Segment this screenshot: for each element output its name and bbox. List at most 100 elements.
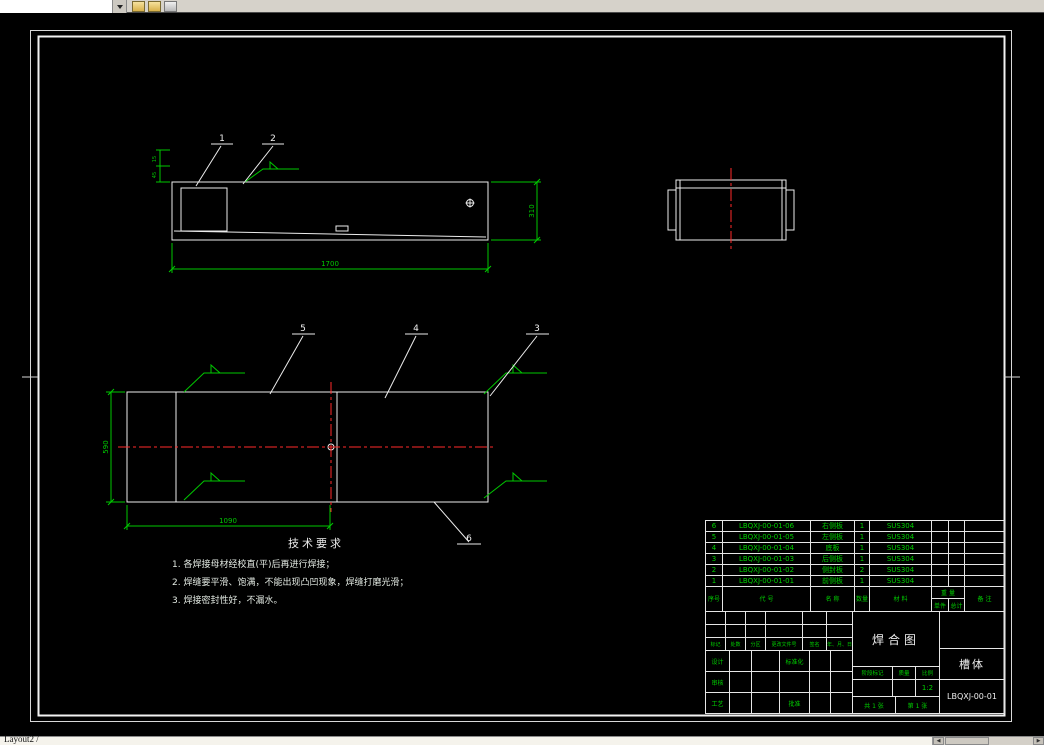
balloon-labels: 1 2 5 4 3 6	[219, 134, 540, 544]
bom-name: 左侧板	[811, 532, 855, 543]
dropdown-arrow-icon[interactable]	[113, 0, 127, 13]
tech-requirements-list: 1. 各焊接母材经校直(平)后再进行焊接； 2. 焊缝要平滑、饱满，不能出现凸凹…	[172, 556, 408, 610]
label-count: 处数	[726, 638, 746, 651]
scale-value: 1:2	[916, 680, 940, 697]
dim-top-height: 310	[528, 204, 536, 217]
bom-header-total: 总计	[949, 599, 965, 612]
label-sign: 签名	[803, 638, 827, 651]
dimension-lines	[106, 149, 541, 530]
bom-seq: 5	[706, 532, 723, 543]
toolbar-combo[interactable]	[0, 0, 113, 13]
top-view[interactable]	[171, 181, 489, 241]
part-name: 槽体	[940, 649, 1005, 680]
bom-header-notes: 备 注	[965, 586, 1005, 612]
save-icon[interactable]	[148, 1, 161, 12]
balloon-1: 1	[219, 134, 225, 144]
label-standardize: 标准化	[780, 651, 810, 672]
label-mark: 标记	[706, 638, 726, 651]
bom-qty: 1	[855, 521, 870, 532]
bom-table: 6 LBQXJ-00-01-06 右侧板 1 SUS304 5 LBQXJ-00…	[705, 520, 1005, 587]
bom-name: 右侧板	[811, 521, 855, 532]
bom-code: LBQXJ-00-01-04	[723, 543, 811, 554]
tech-req-line: 2. 焊缝要平滑、饱满，不能出现凸凹现象，焊缝打磨光滑；	[172, 578, 409, 588]
bom-material: SUS304	[870, 565, 932, 576]
balloon-5: 5	[300, 324, 306, 334]
scroll-left-icon[interactable]: ◀	[933, 737, 944, 745]
plan-view[interactable]	[118, 382, 496, 512]
horizontal-scrollbar[interactable]: ◀ ▶	[932, 737, 1044, 745]
label-design: 设计	[706, 651, 730, 672]
bom-header-qty: 数量	[855, 586, 870, 612]
bom-qty: 1	[855, 543, 870, 554]
drawing-number: LBQXJ-00-01	[940, 680, 1005, 714]
bom-qty: 2	[855, 565, 870, 576]
layout-tab-label[interactable]: Layout2	[4, 734, 34, 744]
dim-plan-bottom: 1090	[219, 517, 237, 525]
balloon-4: 4	[413, 324, 419, 334]
dim-small-b: 45	[152, 172, 158, 178]
bom-material: SUS304	[870, 554, 932, 565]
scroll-right-icon[interactable]: ▶	[1033, 737, 1044, 745]
label-check: 审核	[706, 672, 730, 693]
balloon-2: 2	[270, 134, 276, 144]
tech-req-line: 1. 各焊接母材经校直(平)后再进行焊接；	[172, 560, 335, 570]
balloon-6: 6	[466, 534, 472, 544]
dim-small-a: 15	[152, 156, 158, 162]
bom-name: 侧封板	[811, 565, 855, 576]
bom-name: 后侧板	[811, 554, 855, 565]
label-approve: 批准	[780, 693, 810, 714]
label-change-doc: 更改文件号	[766, 638, 803, 651]
label-zone: 分区	[746, 638, 766, 651]
dim-plan-width: 590	[102, 440, 110, 453]
scrollbar-thumb[interactable]	[945, 737, 989, 745]
bom-code: LBQXJ-00-01-06	[723, 521, 811, 532]
bom-header-material: 材 料	[870, 586, 932, 612]
sheet-current: 第 1 张	[896, 697, 940, 714]
bom-name: 底板	[811, 543, 855, 554]
bom-header-code: 代 号	[723, 586, 811, 612]
bom-seq: 4	[706, 543, 723, 554]
drawing-title-block: 焊合图 阶段标记 质量 比例 1:2 共 1 张 第 1 张	[853, 612, 940, 714]
bom-material: SUS304	[870, 532, 932, 543]
bom-qty: 1	[855, 532, 870, 543]
bom-seq: 6	[706, 521, 723, 532]
bom-header-seq: 序号	[706, 586, 723, 612]
balloon-3: 3	[534, 324, 540, 334]
tech-requirements-title: 技术要求	[288, 537, 344, 550]
revision-sign-block: 标记 处数 分区 更改文件号 签名 年、月、日 设计 标准化 审核 工艺 批准	[705, 612, 853, 714]
bom-header-name: 名 称	[811, 586, 855, 612]
label-scale: 比例	[916, 667, 940, 680]
layout-tab[interactable]: Layout2 /	[4, 734, 39, 744]
label-date: 年、月、日	[827, 638, 853, 651]
bom-code: LBQXJ-00-01-03	[723, 554, 811, 565]
part-id-block: 槽体 LBQXJ-00-01	[940, 612, 1005, 714]
bom-qty: 1	[855, 554, 870, 565]
bom-code: LBQXJ-00-01-05	[723, 532, 811, 543]
tab-divider: /	[36, 734, 39, 744]
balloon-leaders	[195, 143, 549, 545]
open-icon[interactable]	[132, 1, 145, 12]
weld-symbols	[183, 160, 547, 501]
sheet-total: 共 1 张	[853, 697, 896, 714]
print-icon[interactable]	[164, 1, 177, 12]
bom-material: SUS304	[870, 521, 932, 532]
bom-header-row: 序号 代 号 名 称 数量 材 料 重 量 备 注 单件 总计	[705, 586, 1005, 612]
label-process: 工艺	[706, 693, 730, 714]
dim-top-length: 1700	[321, 260, 339, 268]
bom-header-weight: 重 量	[932, 586, 965, 599]
autocad-window: 1 2 5 4 3 6 1700 310 15 45 590 1090 技术要求…	[0, 0, 1044, 745]
bom-seq: 3	[706, 554, 723, 565]
dimension-labels: 1700 310 15 45 590 1090	[102, 156, 536, 525]
bom-code: LBQXJ-00-01-02	[723, 565, 811, 576]
bom-seq: 2	[706, 565, 723, 576]
label-weight: 质量	[893, 667, 916, 680]
tech-req-line: 3. 焊接密封性好，不漏水。	[172, 596, 283, 606]
drawing-title: 焊合图	[853, 612, 940, 667]
label-stage-mark: 阶段标记	[853, 667, 893, 680]
statusbar: Layout2 / ◀ ▶	[0, 734, 1044, 745]
title-block[interactable]: 6 LBQXJ-00-01-06 右侧板 1 SUS304 5 LBQXJ-00…	[705, 520, 1005, 714]
end-view[interactable]	[667, 168, 795, 252]
bom-header-unit: 单件	[932, 599, 949, 612]
bom-material: SUS304	[870, 543, 932, 554]
toolbar	[0, 0, 1044, 13]
